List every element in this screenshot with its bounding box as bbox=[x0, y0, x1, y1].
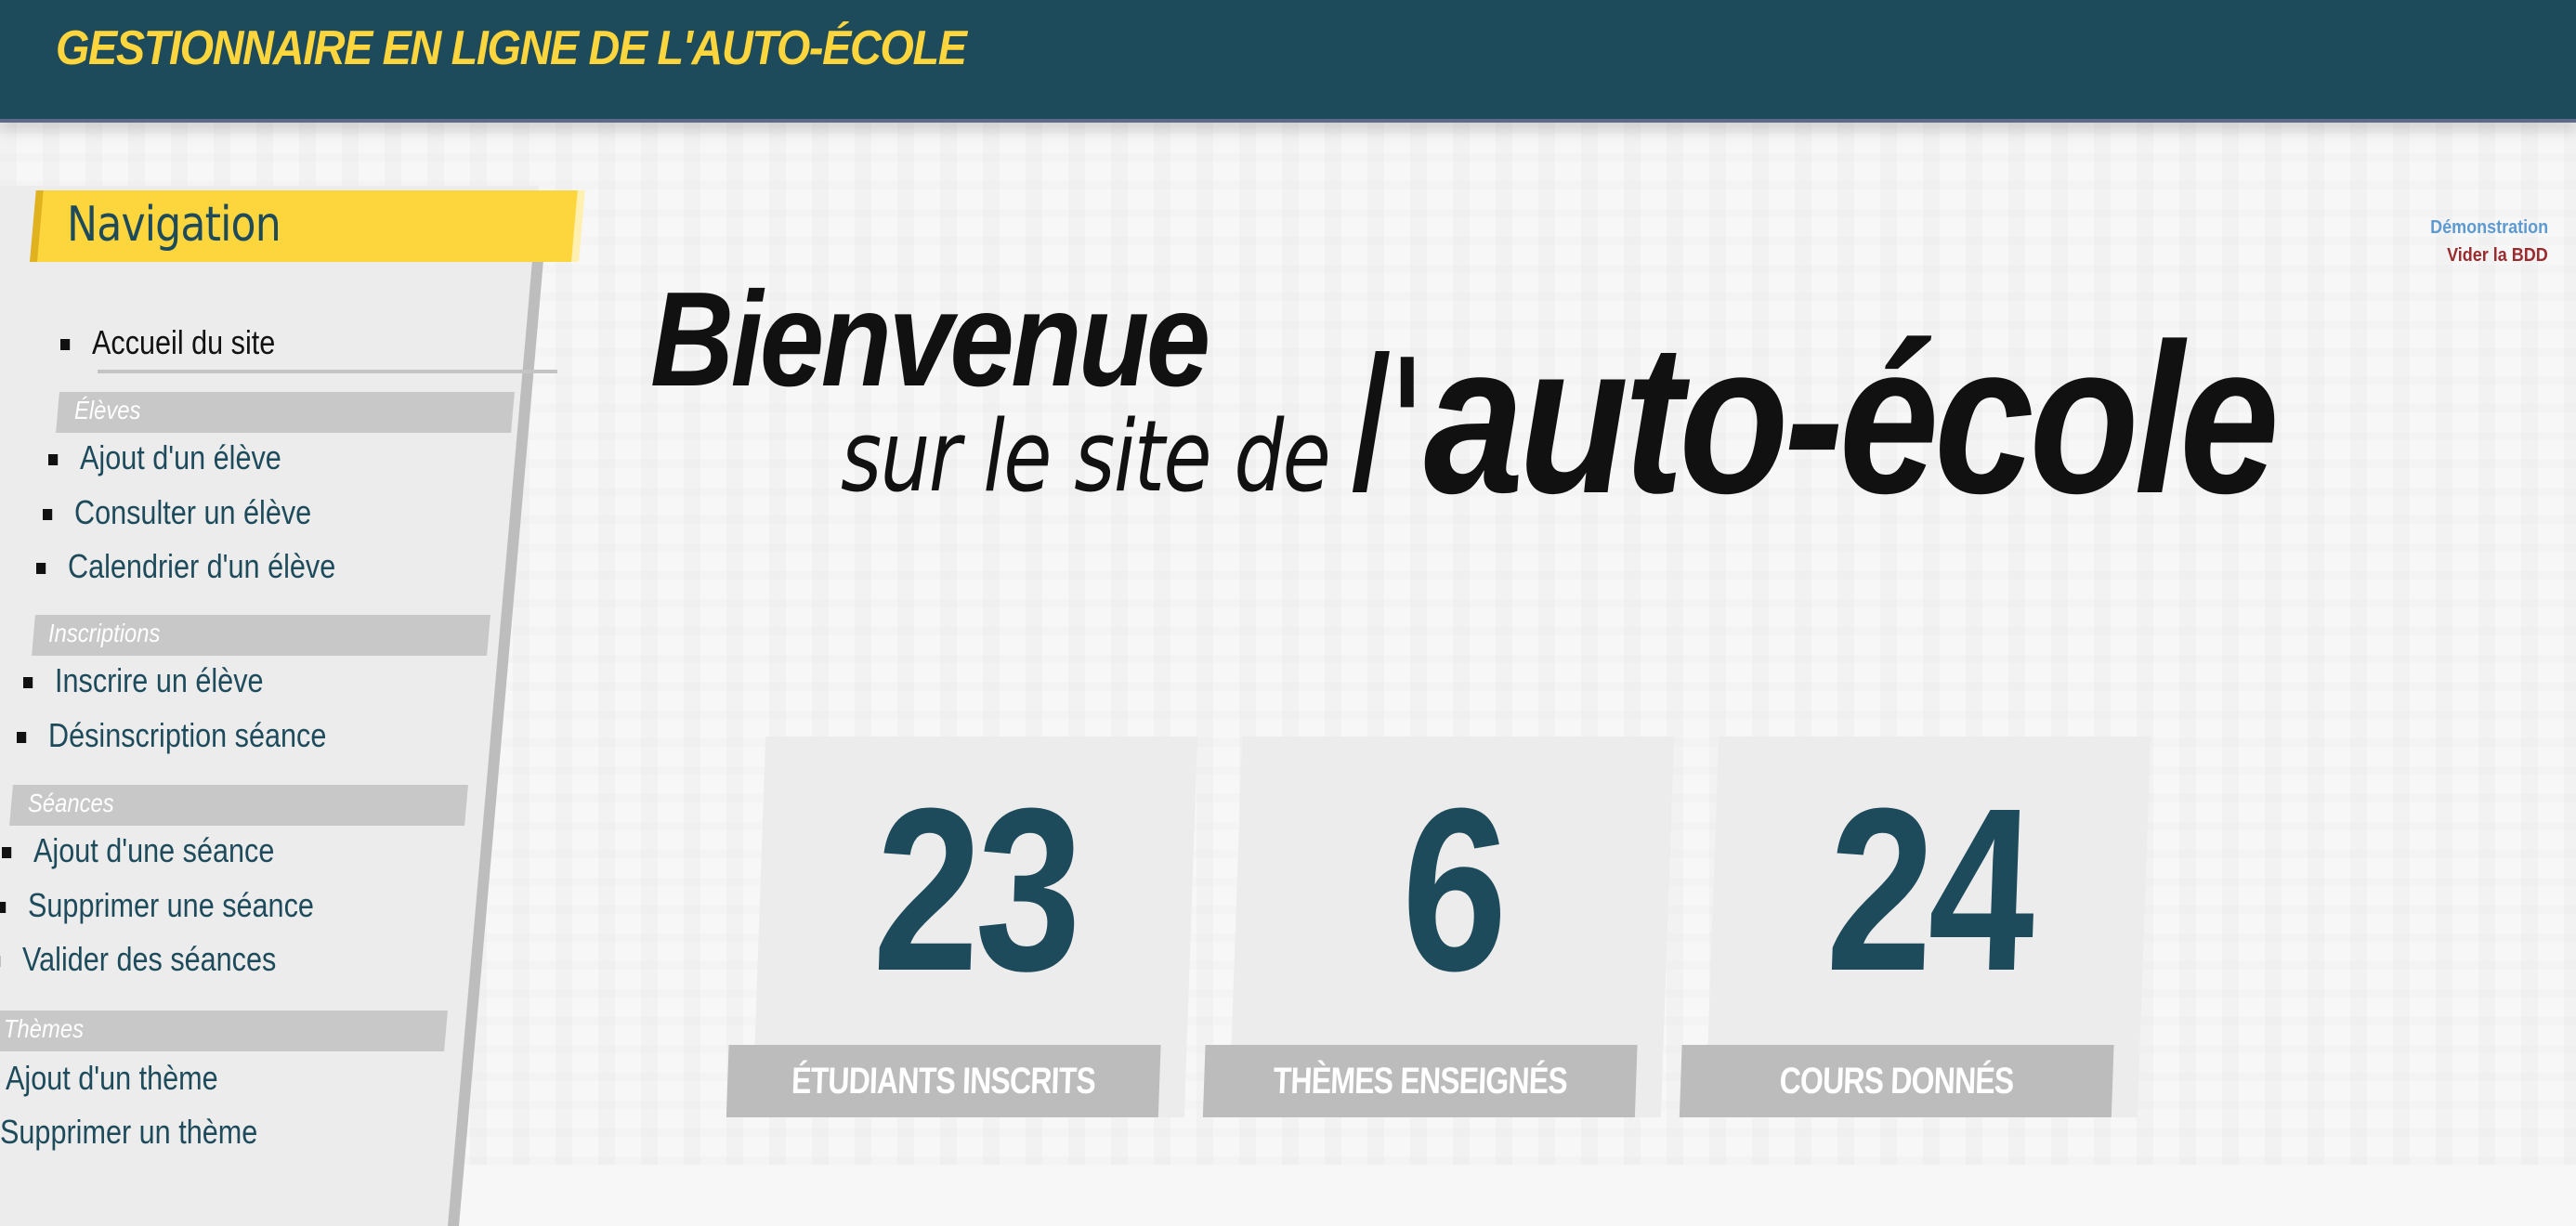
site-title: GESTIONNAIRE EN LIGNE DE L'AUTO-ÉCOLE bbox=[56, 20, 966, 76]
nav-item-label: Calendrier d'un élève bbox=[68, 547, 335, 585]
bullet-icon bbox=[36, 563, 46, 574]
stat-value: 24 bbox=[1748, 774, 2111, 1006]
bullet-icon bbox=[23, 677, 33, 688]
hero-apostrophe: l' bbox=[1347, 320, 1424, 537]
nav-item-view-student[interactable]: Consulter un élève bbox=[43, 493, 311, 532]
nav-item-label: Valider des séances bbox=[22, 940, 276, 978]
stat-value: 23 bbox=[795, 774, 1157, 1006]
demo-link[interactable]: Démonstration bbox=[2430, 217, 2548, 239]
clear-database-link[interactable]: Vider la BDD bbox=[2447, 245, 2548, 267]
nav-item-validate-sessions[interactable]: Valider des séances bbox=[0, 940, 276, 979]
stat-card-themes: 6 THÈMES ENSEIGNÉS bbox=[1229, 737, 1674, 1117]
stat-label-text: COURS DONNÉS bbox=[1778, 1045, 2014, 1117]
stat-label: THÈMES ENSEIGNÉS bbox=[1203, 1045, 1638, 1117]
nav-item-delete-session[interactable]: Supprimer une séance bbox=[0, 886, 314, 925]
section-label-inscriptions: Inscriptions bbox=[48, 619, 160, 648]
section-label-seances: Séances bbox=[28, 789, 114, 818]
bullet-icon bbox=[2, 847, 11, 858]
nav-item-label: Accueil du site bbox=[92, 323, 275, 361]
hero-subtitle: sur le site de bbox=[841, 399, 1329, 514]
top-header-bar: GESTIONNAIRE EN LIGNE DE L'AUTO-ÉCOLE bbox=[0, 0, 2576, 119]
bullet-icon bbox=[17, 732, 26, 743]
navigation-title: Navigation bbox=[67, 197, 281, 253]
nav-item-label: Inscrire un élève bbox=[55, 661, 264, 699]
nav-item-label: Ajout d'un élève bbox=[80, 438, 281, 476]
hero-school: auto-école bbox=[1424, 299, 2275, 538]
hero-school-name: l'auto-école bbox=[1347, 295, 2275, 541]
stat-card-courses: 24 COURS DONNÉS bbox=[1706, 737, 2151, 1117]
bullet-icon bbox=[48, 454, 58, 465]
nav-item-label: Supprimer un thème bbox=[0, 1113, 257, 1151]
stat-label: COURS DONNÉS bbox=[1680, 1045, 2114, 1117]
nav-item-add-session[interactable]: Ajout d'une séance bbox=[2, 831, 274, 870]
section-label-eleves: Élèves bbox=[74, 396, 140, 425]
nav-item-label: Supprimer une séance bbox=[28, 886, 314, 924]
nav-item-home[interactable]: Accueil du site bbox=[60, 323, 275, 362]
nav-item-label: Consulter un élève bbox=[74, 493, 311, 531]
nav-item-add-theme[interactable]: Ajout d'un thème bbox=[0, 1059, 218, 1098]
stat-label-text: THÈMES ENSEIGNÉS bbox=[1272, 1045, 1568, 1117]
nav-item-student-calendar[interactable]: Calendrier d'un élève bbox=[36, 547, 335, 586]
nav-item-label: Désinscription séance bbox=[48, 716, 326, 754]
nav-item-unenroll-session[interactable]: Désinscription séance bbox=[17, 716, 326, 755]
stat-label-text: ÉTUDIANTS INSCRITS bbox=[791, 1045, 1097, 1117]
nav-divider bbox=[98, 370, 557, 373]
stat-value: 6 bbox=[1272, 774, 1634, 1006]
hero-welcome: Bienvenue bbox=[650, 262, 1208, 417]
nav-item-label: Ajout d'un thème bbox=[6, 1059, 218, 1097]
nav-item-delete-theme[interactable]: Supprimer un thème bbox=[0, 1113, 257, 1152]
bullet-icon bbox=[0, 902, 6, 913]
nav-item-add-student[interactable]: Ajout d'un élève bbox=[48, 438, 281, 477]
bullet-icon bbox=[60, 339, 70, 350]
stat-label: ÉTUDIANTS INSCRITS bbox=[726, 1045, 1161, 1117]
nav-item-enroll-student[interactable]: Inscrire un élève bbox=[23, 661, 264, 700]
section-label-themes: Thèmes bbox=[4, 1014, 84, 1044]
nav-item-label: Ajout d'une séance bbox=[33, 831, 274, 869]
stat-card-students: 23 ÉTUDIANTS INSCRITS bbox=[752, 737, 1197, 1117]
bullet-icon bbox=[43, 509, 52, 520]
